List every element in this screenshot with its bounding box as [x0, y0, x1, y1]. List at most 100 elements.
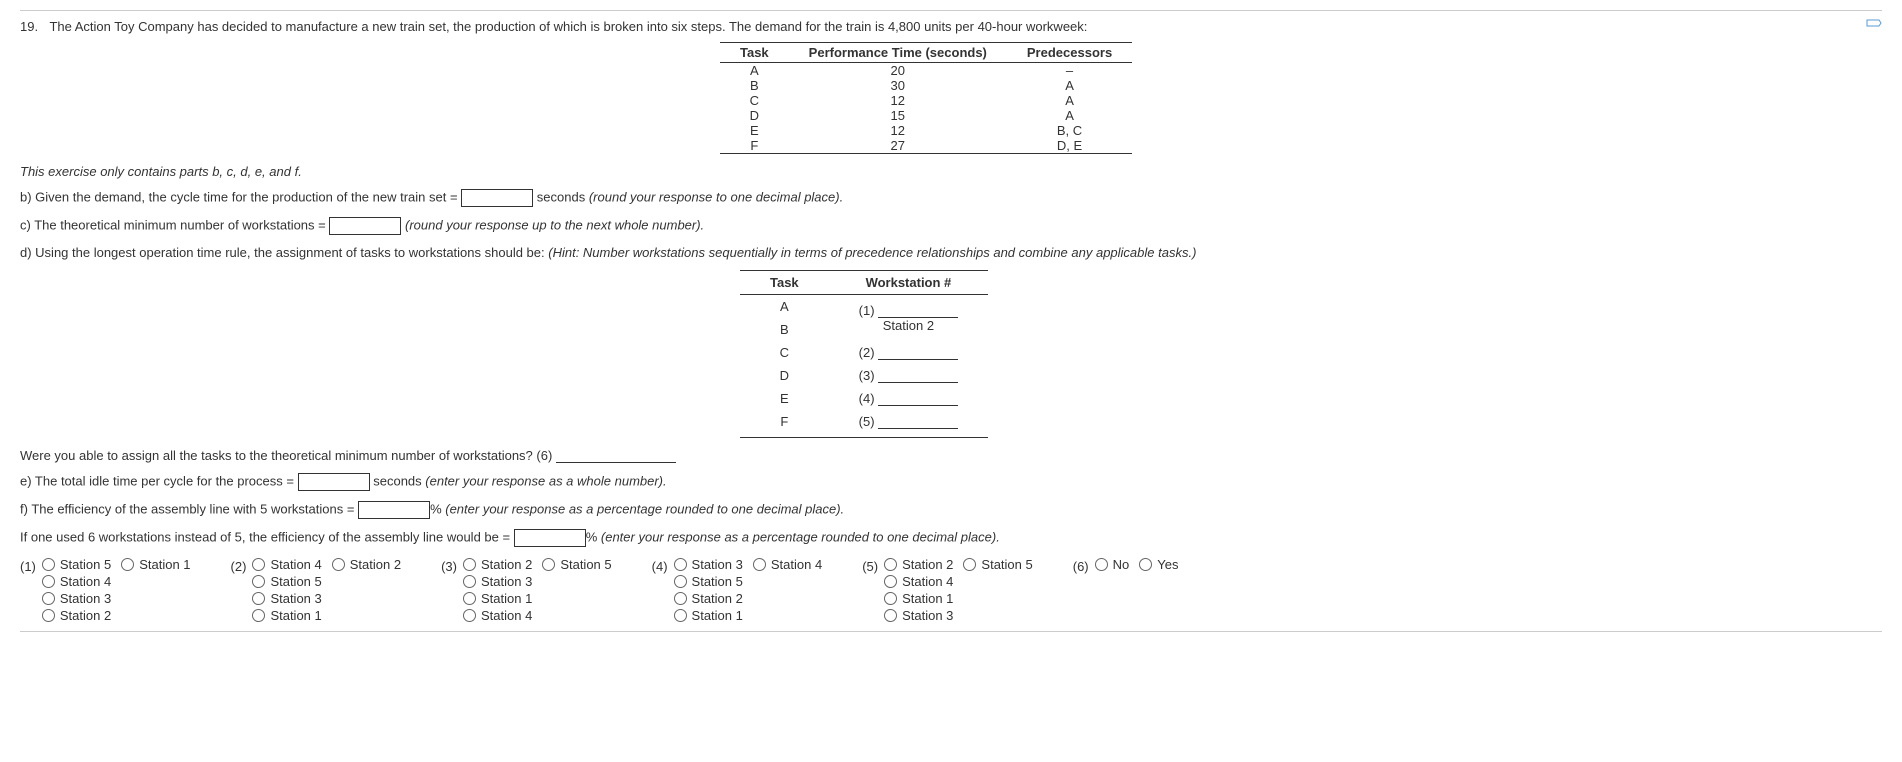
ws-val: Station 2 [883, 318, 934, 333]
part-g: If one used 6 workstations instead of 5,… [20, 529, 1882, 547]
radio-item[interactable]: Station 4 [252, 557, 321, 572]
radio-item[interactable]: Yes [1139, 557, 1178, 572]
option-group-6: (6) No Yes [1073, 557, 1179, 623]
ws-label: (1) [859, 303, 875, 318]
opt-label: Station 3 [692, 557, 743, 572]
radio-item[interactable]: Station 5 [542, 557, 611, 572]
radio-item[interactable]: Station 4 [42, 574, 111, 589]
ws-task: C [740, 341, 829, 364]
opt-label: Station 2 [902, 557, 953, 572]
blank-1[interactable] [878, 305, 958, 318]
radio-icon [463, 575, 476, 588]
ws-cell: (2) [829, 341, 989, 364]
ws-cell: (5) [829, 410, 989, 438]
radio-item[interactable]: Station 4 [884, 574, 953, 589]
radio-icon [674, 575, 687, 588]
ws-cell: (4) [829, 387, 989, 410]
table-cell: A [720, 63, 789, 79]
question-number: 19. [20, 19, 38, 34]
radio-item[interactable]: Station 4 [753, 557, 822, 572]
question-6: Were you able to assign all the tasks to… [20, 448, 1882, 463]
opt-label: Station 4 [481, 608, 532, 623]
opt-label: Station 5 [981, 557, 1032, 572]
table-cell: C [720, 93, 789, 108]
exercise-note: This exercise only contains parts b, c, … [20, 164, 1882, 179]
opt-label: Station 1 [902, 591, 953, 606]
radio-item[interactable]: Station 2 [332, 557, 401, 572]
option-group-4: (4) Station 3 Station 5 Station 2 Statio… [652, 557, 823, 623]
radio-item[interactable]: Station 4 [463, 608, 532, 623]
ws-task: E [740, 387, 829, 410]
opt-label: Station 2 [60, 608, 111, 623]
opt-label: Station 3 [902, 608, 953, 623]
part-f-unit: % [430, 502, 442, 517]
radio-icon [884, 558, 897, 571]
radio-item[interactable]: Station 3 [884, 608, 953, 623]
radio-item[interactable]: Station 1 [884, 591, 953, 606]
radio-item[interactable]: Station 2 [42, 608, 111, 623]
part-b-text: b) Given the demand, the cycle time for … [20, 189, 458, 204]
input-idle-time[interactable] [298, 473, 370, 491]
table-cell: F [720, 138, 789, 154]
radio-icon [884, 575, 897, 588]
radio-item[interactable]: Station 3 [42, 591, 111, 606]
radio-item[interactable]: Station 1 [674, 608, 743, 623]
ws-label: (3) [859, 368, 875, 383]
part-e-hint: (enter your response as a whole number). [425, 474, 666, 489]
input-cycle-time[interactable] [461, 189, 533, 207]
radio-item[interactable]: Station 5 [674, 574, 743, 589]
blank-3[interactable] [878, 370, 958, 383]
col-pred: Predecessors [1007, 43, 1132, 63]
opt-num: (1) [20, 557, 36, 574]
opt-num: (4) [652, 557, 668, 574]
blank-6[interactable] [556, 450, 676, 463]
radio-icon [1095, 558, 1108, 571]
radio-item[interactable]: Station 1 [252, 608, 321, 623]
radio-item[interactable]: Station 2 [884, 557, 953, 572]
ws-label: (5) [859, 414, 875, 429]
radio-item[interactable]: Station 5 [252, 574, 321, 589]
question-header: 19. The Action Toy Company has decided t… [20, 19, 1882, 34]
radio-item[interactable]: Station 5 [42, 557, 111, 572]
workstation-table: Task Workstation # A (1) Station 2 B C (… [740, 270, 988, 438]
q6-text: Were you able to assign all the tasks to… [20, 448, 552, 463]
ws-task: F [740, 410, 829, 438]
col-task2: Task [740, 271, 829, 295]
radio-item[interactable]: Station 2 [463, 557, 532, 572]
part-g-text: If one used 6 workstations instead of 5,… [20, 530, 510, 545]
opt-num: (6) [1073, 557, 1089, 574]
radio-item[interactable]: Station 1 [121, 557, 190, 572]
radio-icon [542, 558, 555, 571]
option-group-2: (2) Station 4 Station 5 Station 3 Statio… [231, 557, 402, 623]
radio-item[interactable]: Station 1 [463, 591, 532, 606]
input-efficiency-5[interactable] [358, 501, 430, 519]
opt-label: Station 1 [481, 591, 532, 606]
blank-5[interactable] [878, 416, 958, 429]
col-time: Performance Time (seconds) [789, 43, 1007, 63]
radio-icon [463, 609, 476, 622]
radio-item[interactable]: Station 3 [463, 574, 532, 589]
opt-label: Station 3 [481, 574, 532, 589]
radio-icon [252, 558, 265, 571]
input-efficiency-6[interactable] [514, 529, 586, 547]
radio-icon [121, 558, 134, 571]
opt-label: Station 1 [270, 608, 321, 623]
table-cell: 12 [789, 93, 1007, 108]
radio-item[interactable]: Station 5 [963, 557, 1032, 572]
part-e-unit: seconds [373, 474, 421, 489]
table-cell: B, C [1007, 123, 1132, 138]
radio-item[interactable]: No [1095, 557, 1130, 572]
radio-icon [252, 592, 265, 605]
radio-item[interactable]: Station 3 [252, 591, 321, 606]
blank-2[interactable] [878, 347, 958, 360]
radio-icon [674, 558, 687, 571]
radio-icon [42, 609, 55, 622]
radio-item[interactable]: Station 3 [674, 557, 743, 572]
radio-icon [753, 558, 766, 571]
opt-label: Station 5 [692, 574, 743, 589]
radio-item[interactable]: Station 2 [674, 591, 743, 606]
input-min-workstations[interactable] [329, 217, 401, 235]
part-d-hint: (Hint: Number workstations sequentially … [548, 245, 1196, 260]
opt-label: Station 1 [139, 557, 190, 572]
blank-4[interactable] [878, 393, 958, 406]
